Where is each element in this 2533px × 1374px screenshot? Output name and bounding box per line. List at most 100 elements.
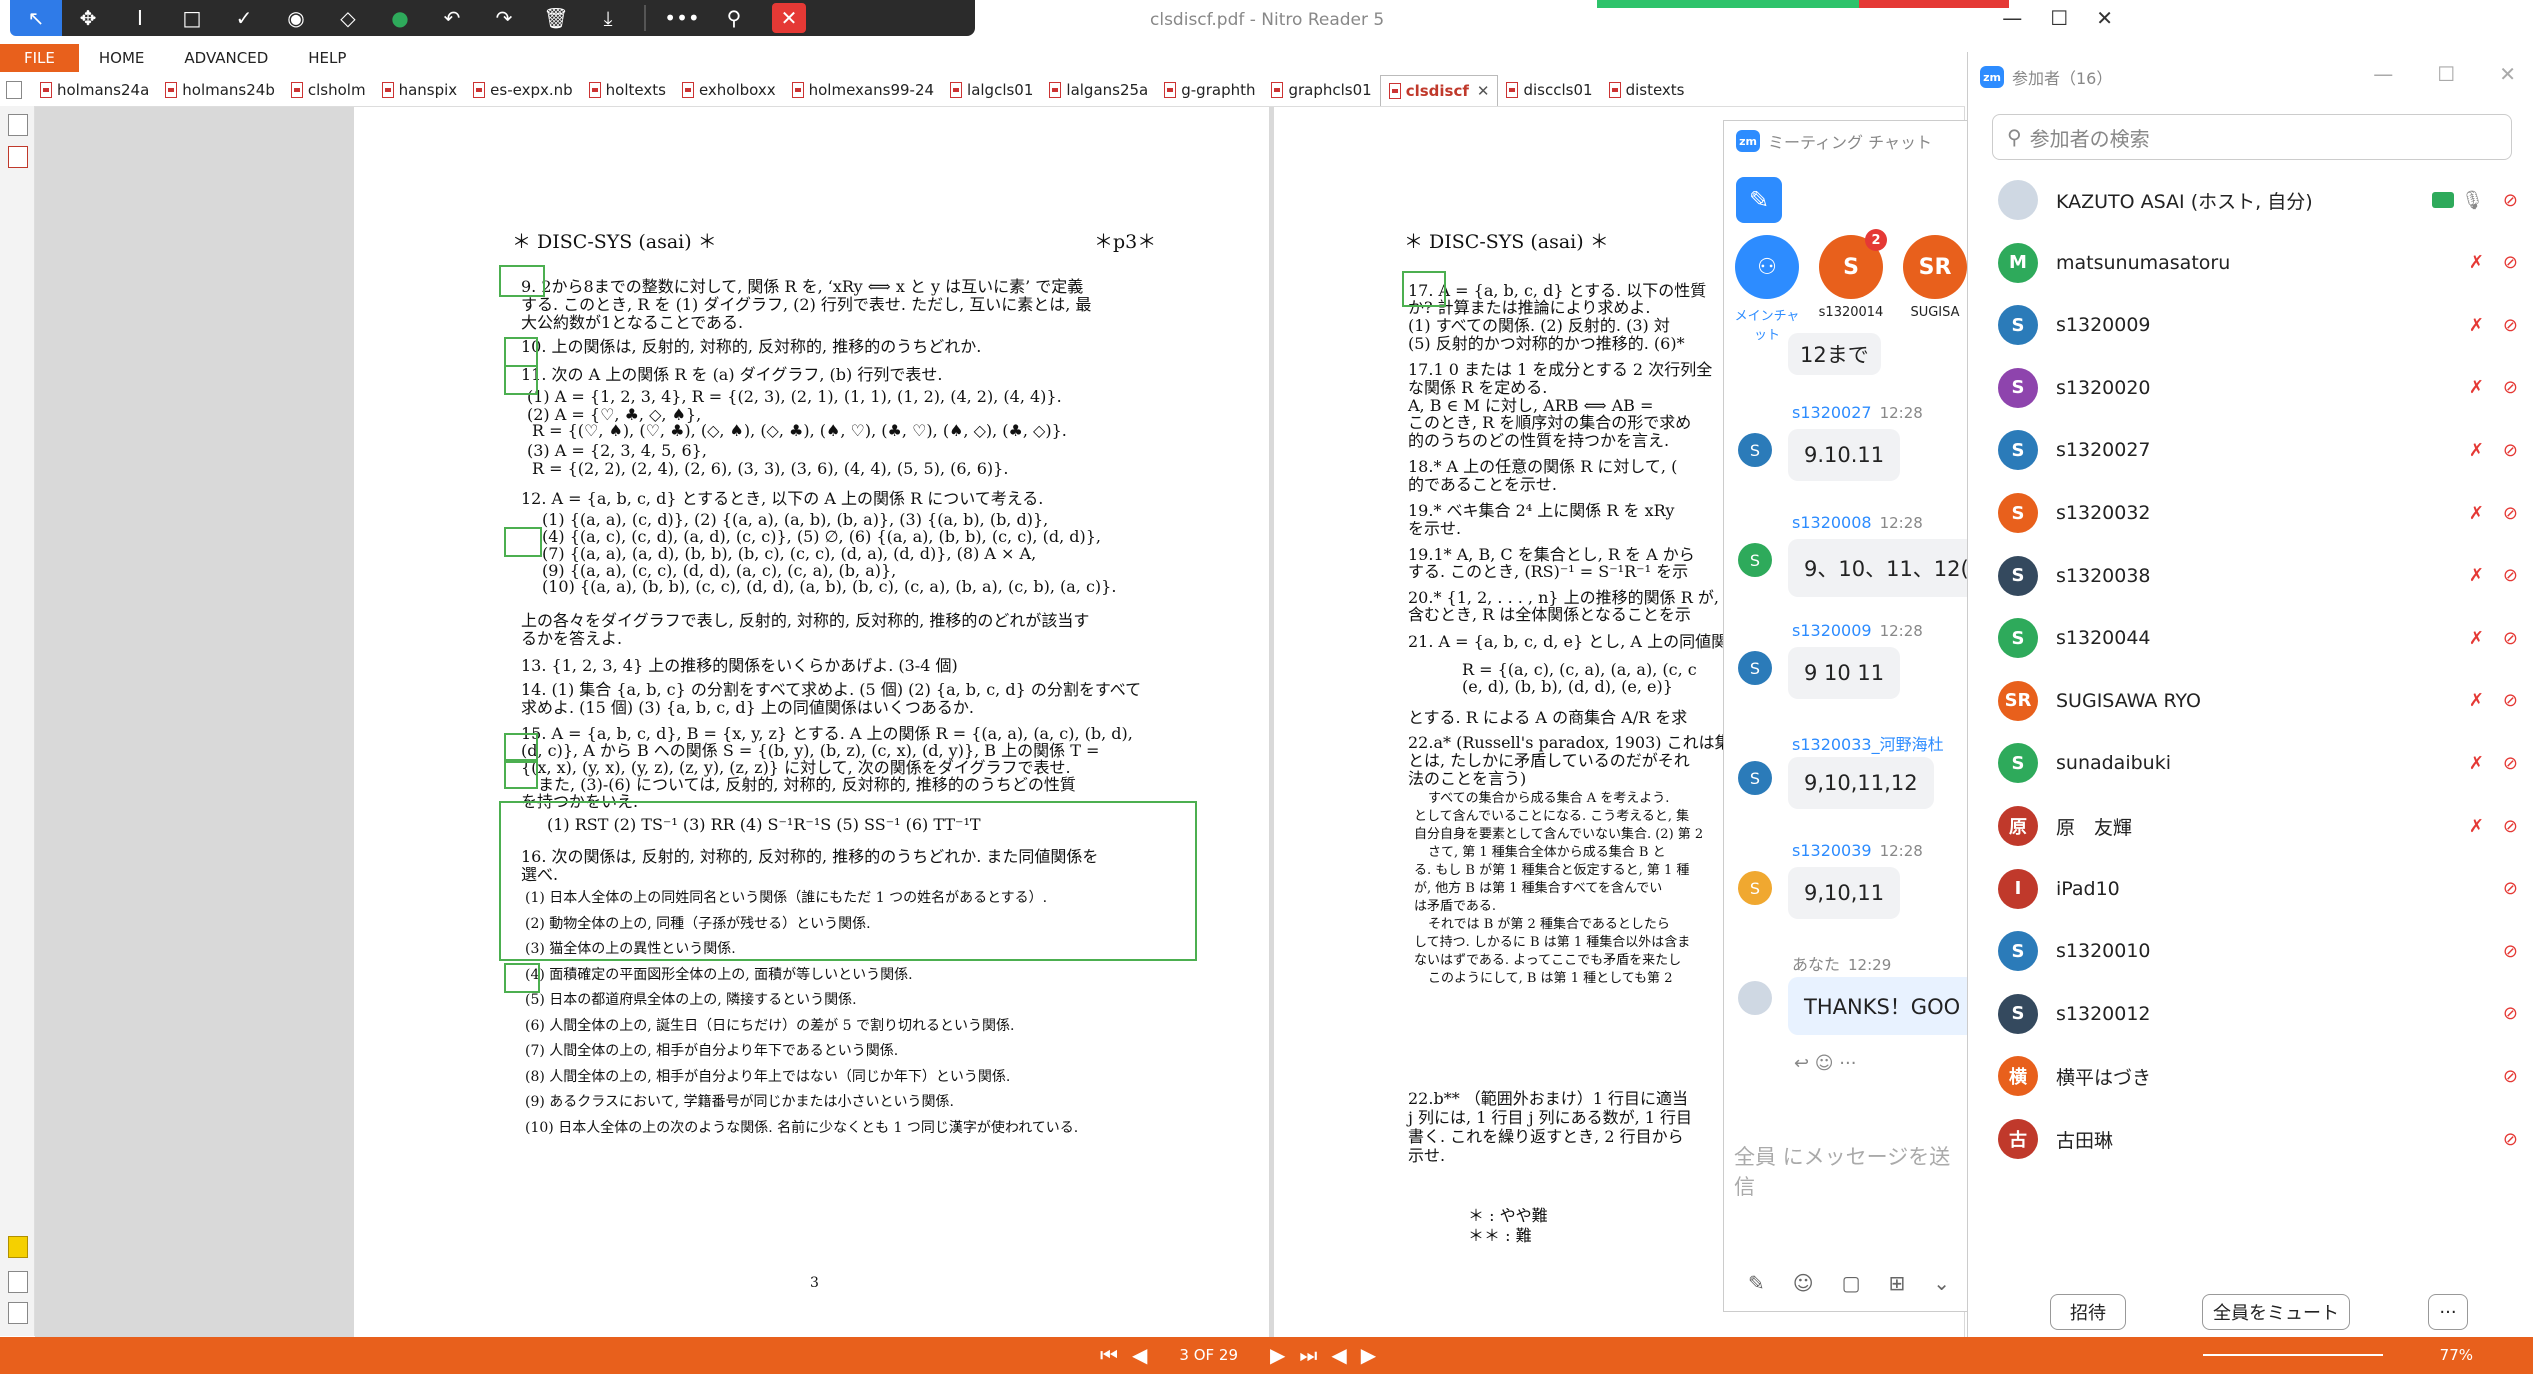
zoom-level[interactable]: 77% — [2440, 1346, 2473, 1364]
back-view-icon[interactable]: ◀ — [1331, 1343, 1346, 1367]
tab-hanspix[interactable]: hanspix — [374, 75, 466, 105]
close-icon[interactable]: ✕ — [772, 3, 806, 33]
last-page-icon[interactable]: ⏭ — [1299, 1343, 1317, 1367]
tab-es-expx.nb[interactable]: es-expx.nb — [465, 75, 581, 105]
check-icon[interactable]: ✓ — [218, 0, 270, 36]
tab-holtexts[interactable]: holtexts — [581, 75, 674, 105]
output-panel-icon[interactable] — [8, 1302, 28, 1324]
annotation-box-14[interactable] — [504, 759, 538, 789]
page-indicator[interactable]: 3 OF 29 — [1161, 1346, 1256, 1364]
participant-row[interactable]: Ss1320012 ⊘ — [1968, 983, 2533, 1045]
attachments-panel-icon[interactable] — [8, 1271, 28, 1293]
tab-g-graphth[interactable]: g-graphth — [1156, 75, 1263, 105]
mute-all-button[interactable]: 全員をミュート — [2202, 1294, 2350, 1330]
tab-holmans24b[interactable]: holmans24b — [157, 75, 283, 105]
minimize-button[interactable]: — — [2002, 6, 2022, 30]
invite-button[interactable]: 招待 — [2050, 1294, 2126, 1330]
video-off-icon[interactable]: ⊘ — [2503, 440, 2518, 461]
next-page-icon[interactable]: ▶ — [1270, 1343, 1285, 1367]
tab-distexts[interactable]: distexts — [1601, 75, 1693, 105]
annotation-box-12[interactable] — [504, 527, 542, 557]
maximize-button[interactable]: ☐ — [2050, 6, 2068, 30]
tab-holmexans99-24[interactable]: holmexans99-24 — [784, 75, 942, 105]
sender-name[interactable]: s1320033_河野海杜 — [1792, 731, 1952, 755]
video-off-icon[interactable]: ⊘ — [2503, 816, 2518, 837]
participant-row[interactable]: 原原 友輝 ✗ ⊘ — [1968, 795, 2533, 857]
menu-home[interactable]: HOME — [79, 49, 165, 67]
rectangle-icon[interactable]: □ — [166, 0, 218, 36]
panel-maximize-button[interactable]: ☐ — [2437, 62, 2455, 86]
pages-panel-icon[interactable] — [8, 114, 28, 136]
participant-row[interactable]: KAZUTO ASAI (ホスト, 自分) 🎙 ⊘ — [1968, 169, 2533, 231]
color-dot-icon[interactable]: ● — [374, 0, 426, 36]
tab-disccls01[interactable]: disccls01 — [1498, 75, 1600, 105]
annotation-box-11[interactable] — [504, 365, 538, 395]
video-off-icon[interactable]: ⊘ — [2503, 1003, 2518, 1024]
more-options-button[interactable]: ··· — [2428, 1294, 2468, 1330]
participant-row[interactable]: Ss1320044 ✗ ⊘ — [1968, 607, 2533, 669]
microphone-muted-icon[interactable]: ✗ — [2469, 628, 2484, 649]
video-off-icon[interactable]: ⊘ — [2503, 190, 2518, 211]
chat-channel[interactable]: SR SUGISA — [1900, 235, 1970, 320]
microphone-muted-icon[interactable]: ✗ — [2469, 503, 2484, 524]
microphone-icon[interactable]: 🎙 — [2461, 190, 2484, 211]
video-off-icon[interactable]: ⊘ — [2503, 878, 2518, 899]
zoom-slider[interactable] — [2203, 1354, 2383, 1356]
tab-graphcls01[interactable]: graphcls01 — [1263, 75, 1379, 105]
sender-name[interactable]: s1320027 12:28 — [1792, 403, 1923, 422]
tab-exholboxx[interactable]: exholboxx — [674, 75, 784, 105]
chat-channel[interactable]: S 2 s1320014 — [1816, 229, 1887, 320]
microphone-muted-icon[interactable]: ✗ — [2469, 753, 2484, 774]
chat-channel[interactable]: ⚇ メインチャット — [1732, 235, 1802, 343]
participant-row[interactable]: Ss1320038 ✗ ⊘ — [1968, 545, 2533, 607]
participant-row[interactable]: SR SUGISAWA RYO ✗ ⊘ — [1968, 670, 2533, 732]
tab-clsholm[interactable]: clsholm — [283, 75, 374, 105]
tab-lalgans25a[interactable]: lalgans25a — [1041, 75, 1156, 105]
screenshot-icon[interactable]: ⊞ — [1889, 1271, 1906, 1295]
sender-name[interactable]: あなた 12:29 — [1792, 951, 1891, 975]
chat-input[interactable]: 全員 にメッセージを送信 — [1734, 1141, 1968, 1201]
text-cursor-icon[interactable]: I — [114, 0, 166, 36]
video-off-icon[interactable]: ⊘ — [2503, 315, 2518, 336]
microphone-muted-icon[interactable]: ✗ — [2469, 440, 2484, 461]
video-off-icon[interactable]: ⊘ — [2503, 503, 2518, 524]
prev-page-icon[interactable]: ◀ — [1132, 1343, 1147, 1367]
video-off-icon[interactable]: ⊘ — [2503, 941, 2518, 962]
tab-lalgcls01[interactable]: lalgcls01 — [942, 75, 1041, 105]
participant-row[interactable]: Ss1320020 ✗ ⊘ — [1968, 357, 2533, 419]
comments-panel-icon[interactable] — [8, 1236, 28, 1258]
participant-row[interactable]: 古古田琳 ⊘ — [1968, 1108, 2533, 1170]
panel-minimize-button[interactable]: — — [2373, 62, 2393, 86]
sender-name[interactable]: s1320008 12:28 — [1792, 513, 1923, 532]
first-page-icon[interactable]: ⏮ — [1100, 1343, 1118, 1367]
video-off-icon[interactable]: ⊘ — [2503, 628, 2518, 649]
video-off-icon[interactable]: ⊘ — [2503, 1066, 2518, 1087]
annotation-box-9[interactable] — [499, 265, 545, 297]
move-icon[interactable]: ✥ — [62, 0, 114, 36]
video-off-icon[interactable]: ⊘ — [2503, 565, 2518, 586]
annotation-box-15[interactable] — [499, 801, 1197, 961]
microphone-muted-icon[interactable]: ✗ — [2469, 816, 2484, 837]
participant-row[interactable]: IiPad10 ⊘ — [1968, 858, 2533, 920]
forward-view-icon[interactable]: ▶ — [1361, 1343, 1376, 1367]
video-off-icon[interactable]: ⊘ — [2503, 377, 2518, 398]
video-off-icon[interactable]: ⊘ — [2503, 1129, 2518, 1150]
chevron-down-icon[interactable]: ⌄ — [1933, 1271, 1950, 1295]
panel-close-button[interactable]: ✕ — [2499, 62, 2516, 86]
microphone-muted-icon[interactable]: ✗ — [2469, 690, 2484, 711]
annotation-box-16[interactable] — [504, 963, 540, 993]
more-icon[interactable]: ••• — [656, 0, 708, 36]
video-off-icon[interactable]: ⊘ — [2503, 690, 2518, 711]
trash-icon[interactable]: 🗑 — [530, 0, 582, 36]
message-reaction-icons[interactable]: ↩ ☺ ··· — [1794, 1053, 1856, 1074]
annotation-box-17[interactable] — [1402, 271, 1446, 307]
annotation-box-10[interactable] — [504, 337, 538, 367]
download-icon[interactable]: ⤓ — [582, 0, 634, 36]
redo-icon[interactable]: ↷ — [478, 0, 530, 36]
participant-row[interactable]: Ssunadaibuki ✗ ⊘ — [1968, 732, 2533, 794]
document-view[interactable]: ＊ DISC-SYS (asai) ＊ ＊p3＊ 9. 2から8までの整数に対し… — [35, 107, 1965, 1337]
participant-row[interactable]: Mmatsunumasatoru ✗ ⊘ — [1968, 232, 2533, 294]
video-off-icon[interactable]: ⊘ — [2503, 753, 2518, 774]
menu-advanced[interactable]: ADVANCED — [164, 49, 288, 67]
video-off-icon[interactable]: ⊘ — [2503, 252, 2518, 273]
